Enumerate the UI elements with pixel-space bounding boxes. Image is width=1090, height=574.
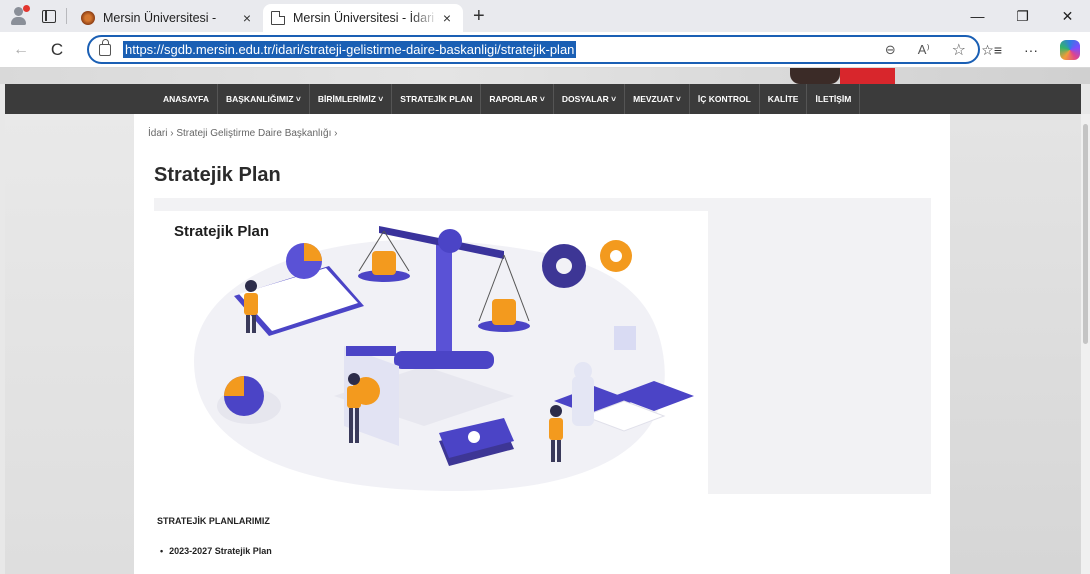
content-area: İdari › Strateji Geliştirme Daire Başkan…: [134, 114, 950, 574]
nav-iletisim[interactable]: İLETİŞİM: [806, 84, 861, 114]
web-page: ANASAYFA BAŞKANLIĞIMIZ ˅ BİRİMLERİMİZ ˅ …: [0, 68, 1090, 574]
nav-anasayfa[interactable]: ANASAYFA: [155, 84, 217, 114]
more-menu-icon[interactable]: ···: [1024, 42, 1038, 58]
page-scrollbar[interactable]: [1081, 114, 1090, 574]
plan-list: 2023-2027 Stratejik Plan: [160, 546, 272, 556]
tab-actions-icon[interactable]: [42, 9, 56, 23]
tab-mersin-universitesi[interactable]: Mersin Üniversitesi - ×: [73, 4, 263, 32]
tab-close-icon[interactable]: ×: [439, 10, 455, 26]
nav-ic-kontrol[interactable]: İÇ KONTROL: [688, 84, 759, 114]
flag-image: [840, 68, 895, 84]
favorite-star-icon[interactable]: ☆: [952, 40, 966, 60]
section-heading: STRATEJİK PLANLARIMIZ: [157, 516, 270, 526]
strategic-plan-illustration: Stratejik Plan: [154, 211, 708, 494]
page-background-left: [5, 114, 134, 574]
copilot-icon[interactable]: [1060, 40, 1080, 60]
divider: [66, 8, 67, 24]
nav-kalite[interactable]: KALİTE: [758, 84, 807, 114]
url-text[interactable]: https://sgdb.mersin.edu.tr/idari/stratej…: [123, 41, 577, 58]
minimize-button[interactable]: —: [955, 0, 1000, 32]
nav-stratejik-plan[interactable]: STRATEJİK PLAN: [391, 84, 480, 114]
page-title: Stratejik Plan: [154, 164, 281, 186]
zoom-icon[interactable]: ⊖: [885, 42, 896, 58]
tab-title: Mersin Üniversitesi -: [103, 11, 217, 25]
favorites-icon[interactable]: ☆≡: [981, 42, 1002, 59]
site-info-lock-icon[interactable]: [99, 38, 111, 56]
featured-image-panel: Stratejik Plan: [154, 198, 931, 494]
reload-button[interactable]: C: [42, 35, 72, 65]
university-seal-icon: [81, 11, 95, 25]
tab-close-icon[interactable]: ×: [239, 10, 255, 26]
tab-title: Mersin Üniversitesi - İdari - Stratejik …: [293, 11, 439, 25]
page-icon: [271, 11, 285, 25]
nav-baskanligimiz[interactable]: BAŞKANLIĞIMIZ ˅: [216, 84, 309, 114]
back-button[interactable]: ←: [6, 35, 36, 65]
address-bar[interactable]: https://sgdb.mersin.edu.tr/idari/stratej…: [87, 35, 980, 64]
plan-link[interactable]: 2023-2027 Stratejik Plan: [160, 546, 272, 556]
site-main-nav: ANASAYFA BAŞKANLIĞIMIZ ˅ BİRİMLERİMİZ ˅ …: [5, 84, 1081, 114]
nav-raporlar[interactable]: RAPORLAR ˅: [480, 84, 553, 114]
profile-icon[interactable]: [8, 5, 30, 27]
title-bar: Mersin Üniversitesi - × Mersin Üniversit…: [0, 0, 1090, 32]
nav-dosyalar[interactable]: DOSYALAR ˅: [552, 84, 624, 114]
illustration-graphic: [194, 226, 694, 491]
close-window-button[interactable]: ✕: [1045, 0, 1090, 32]
read-aloud-icon[interactable]: A⁾: [918, 42, 930, 58]
page-background-right: [950, 114, 1081, 574]
breadcrumb[interactable]: İdari › Strateji Geliştirme Daire Başkan…: [148, 128, 338, 139]
header-banner-image: [0, 68, 1090, 84]
browser-toolbar: ← C https://sgdb.mersin.edu.tr/idari/str…: [0, 32, 1090, 68]
tab-stratejik-plan[interactable]: Mersin Üniversitesi - İdari - Stratejik …: [263, 4, 463, 32]
scrollbar-thumb[interactable]: [1083, 124, 1088, 344]
restore-button[interactable]: ❐: [1000, 0, 1045, 32]
new-tab-button[interactable]: +: [473, 6, 485, 26]
nav-mevzuat[interactable]: MEVZUAT ˅: [624, 84, 689, 114]
nav-birimlerimiz[interactable]: BİRİMLERİMİZ ˅: [308, 84, 391, 114]
